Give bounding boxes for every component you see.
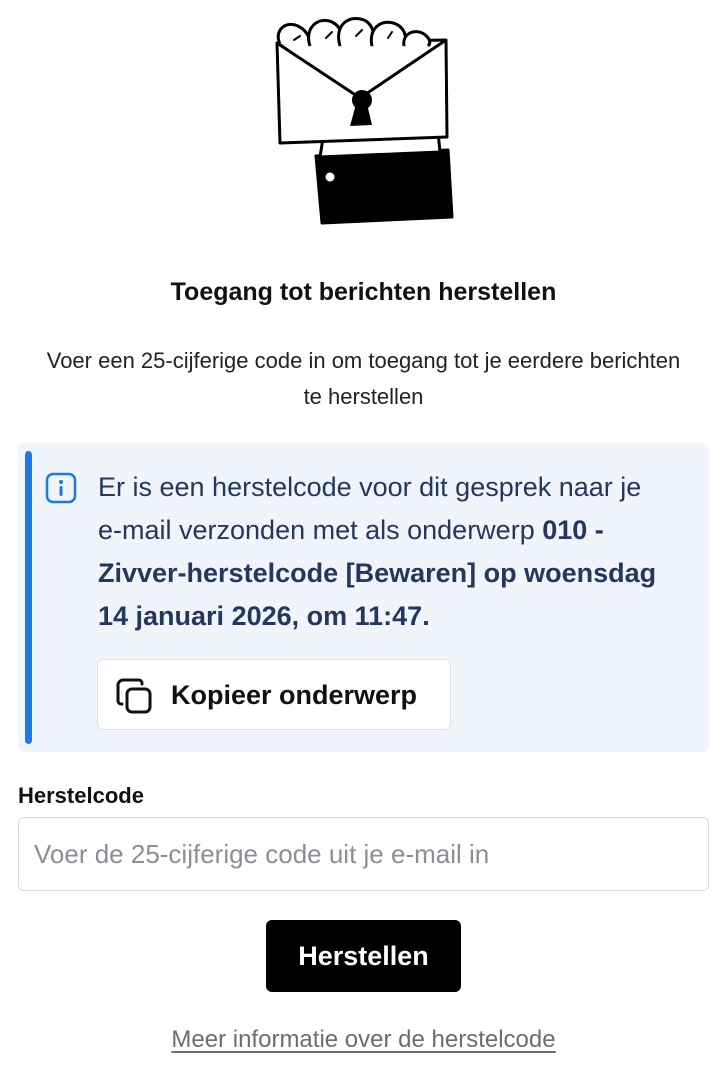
restore-button[interactable]: Herstellen [266,920,461,992]
info-message: Er is een herstelcode voor dit gesprek n… [98,466,658,638]
page-title: Toegang tot berichten herstellen [170,278,557,306]
page-subtitle: Voer een 25-cijferige code in om toegang… [46,348,681,409]
recovery-code-input[interactable] [18,817,709,891]
recovery-code-label: Herstelcode [18,783,144,808]
copy-subject-button[interactable]: Kopieer onderwerp [97,659,451,730]
info-accent-bar [25,451,32,744]
more-info-link[interactable]: Meer informatie over de herstelcode [0,1022,720,1058]
info-notice: Er is een herstelcode voor dit gesprek n… [18,443,709,752]
hand-holding-envelope-illustration [275,17,454,225]
copy-icon [116,678,152,714]
copy-subject-label: Kopieer onderwerp [171,680,418,710]
info-icon [45,472,77,504]
